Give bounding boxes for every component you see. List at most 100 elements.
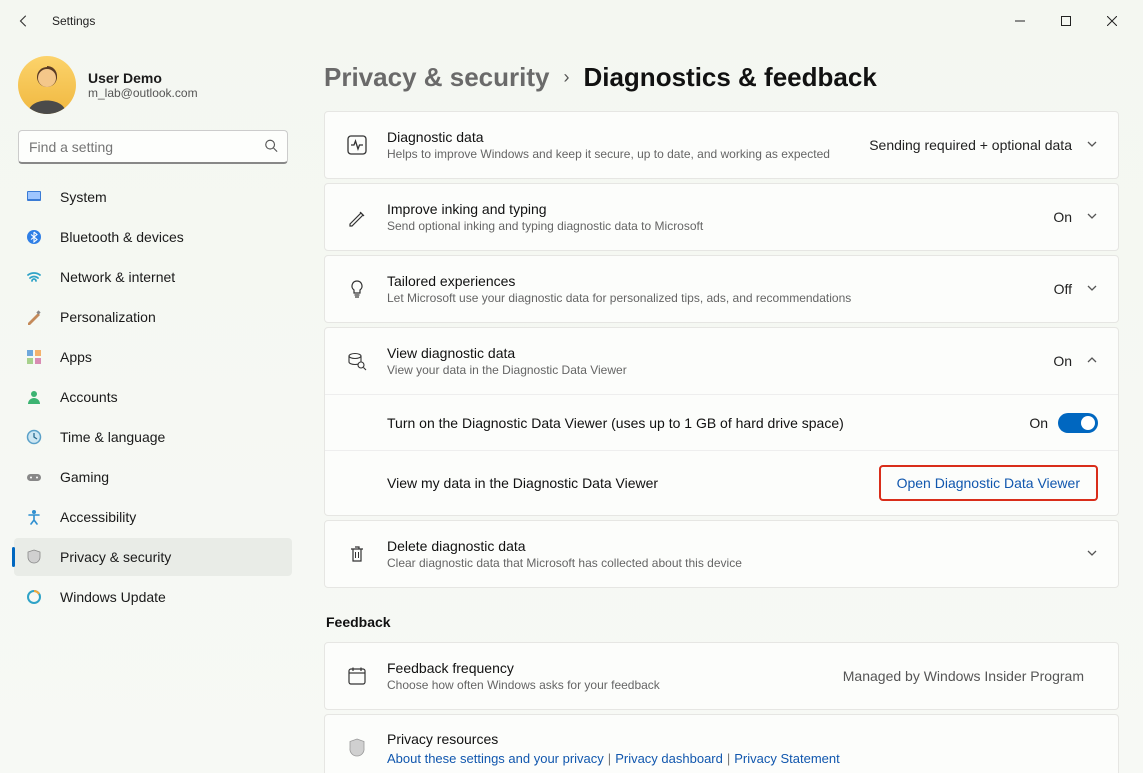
- subrow-text: Turn on the Diagnostic Data Viewer (uses…: [387, 415, 1029, 431]
- card-desc: Clear diagnostic data that Microsoft has…: [387, 556, 1086, 570]
- card-value: On: [1053, 209, 1072, 225]
- search-box: [18, 130, 288, 164]
- chevron-down-icon: [1086, 546, 1098, 562]
- subrow-toggle-viewer: Turn on the Diagnostic Data Viewer (uses…: [325, 394, 1118, 450]
- card-title: Diagnostic data: [387, 129, 869, 145]
- card-diagnostic-data[interactable]: Diagnostic data Helps to improve Windows …: [324, 111, 1119, 179]
- card-inking-typing[interactable]: Improve inking and typing Send optional i…: [324, 183, 1119, 251]
- card-title: Feedback frequency: [387, 660, 843, 676]
- card-value: Managed by Windows Insider Program: [843, 668, 1084, 684]
- sidebar-item-time[interactable]: Time & language: [14, 418, 292, 456]
- link-privacy-dashboard[interactable]: Privacy dashboard: [615, 751, 723, 766]
- card-title: View diagnostic data: [387, 345, 1053, 361]
- nav-label: System: [60, 189, 107, 205]
- calendar-icon: [345, 666, 369, 686]
- sidebar-item-system[interactable]: System: [14, 178, 292, 216]
- lightbulb-icon: [345, 279, 369, 299]
- card-value: On: [1053, 353, 1072, 369]
- bluetooth-icon: [24, 229, 44, 245]
- link-about-settings[interactable]: About these settings and your privacy: [387, 751, 604, 766]
- privacy-links: About these settings and your privacy|Pr…: [387, 751, 1098, 766]
- highlight-annotation: Open Diagnostic Data Viewer: [879, 465, 1098, 501]
- chevron-down-icon: [1086, 137, 1098, 153]
- shield-icon: [345, 738, 369, 758]
- chevron-down-icon: [1086, 209, 1098, 225]
- trash-icon: [345, 544, 369, 564]
- breadcrumb: Privacy & security › Diagnostics & feedb…: [324, 62, 1119, 93]
- card-view-diagnostic: View diagnostic dataView your data in th…: [324, 327, 1119, 516]
- maximize-button[interactable]: [1043, 5, 1089, 37]
- heartbeat-icon: [345, 135, 369, 155]
- sidebar-item-accessibility[interactable]: Accessibility: [14, 498, 292, 536]
- wifi-icon: [24, 269, 44, 285]
- card-desc: Let Microsoft use your diagnostic data f…: [387, 291, 1054, 305]
- subrow-open-viewer: View my data in the Diagnostic Data View…: [325, 450, 1118, 515]
- card-privacy-resources: Privacy resources About these settings a…: [324, 714, 1119, 773]
- main-content: Privacy & security › Diagnostics & feedb…: [300, 42, 1143, 773]
- card-value: Off: [1054, 281, 1072, 297]
- nav-label: Gaming: [60, 469, 109, 485]
- data-search-icon: [345, 351, 369, 371]
- card-title: Delete diagnostic data: [387, 538, 1086, 554]
- card-delete-diagnostic[interactable]: Delete diagnostic data Clear diagnostic d…: [324, 520, 1119, 588]
- nav-label: Apps: [60, 349, 92, 365]
- card-title: Privacy resources: [387, 731, 1098, 747]
- sidebar-item-accounts[interactable]: Accounts: [14, 378, 292, 416]
- card-title: Tailored experiences: [387, 273, 1054, 289]
- card-header-row[interactable]: View diagnostic dataView your data in th…: [325, 328, 1118, 394]
- chevron-right-icon: ›: [563, 67, 569, 88]
- toggle-value: On: [1029, 415, 1048, 431]
- section-header-feedback: Feedback: [326, 614, 1119, 630]
- nav-label: Accessibility: [60, 509, 136, 525]
- open-diagnostic-viewer-button[interactable]: Open Diagnostic Data Viewer: [885, 469, 1092, 497]
- card-tailored[interactable]: Tailored experiences Let Microsoft use yo…: [324, 255, 1119, 323]
- nav-label: Windows Update: [60, 589, 166, 605]
- nav-label: Network & internet: [60, 269, 175, 285]
- sidebar-item-update[interactable]: Windows Update: [14, 578, 292, 616]
- sidebar: User Demo m_lab@outlook.com System Bluet…: [0, 42, 300, 773]
- back-button[interactable]: [8, 5, 40, 37]
- card-value: Sending required + optional data: [869, 137, 1072, 153]
- time-icon: [24, 429, 44, 445]
- nav-label: Bluetooth & devices: [60, 229, 184, 245]
- card-desc: Helps to improve Windows and keep it sec…: [387, 147, 869, 161]
- card-title: Improve inking and typing: [387, 201, 1053, 217]
- update-icon: [24, 589, 44, 605]
- close-button[interactable]: [1089, 5, 1135, 37]
- subrow-text: View my data in the Diagnostic Data View…: [387, 475, 879, 491]
- card-desc: Choose how often Windows asks for your f…: [387, 678, 843, 692]
- breadcrumb-parent[interactable]: Privacy & security: [324, 62, 549, 93]
- accounts-icon: [24, 389, 44, 405]
- gaming-icon: [24, 469, 44, 485]
- profile[interactable]: User Demo m_lab@outlook.com: [14, 54, 292, 128]
- chevron-down-icon: [1086, 281, 1098, 297]
- breadcrumb-current: Diagnostics & feedback: [583, 62, 876, 93]
- system-icon: [24, 189, 44, 205]
- sidebar-item-privacy[interactable]: Privacy & security: [14, 538, 292, 576]
- card-feedback-frequency[interactable]: Feedback frequency Choose how often Windo…: [324, 642, 1119, 710]
- chevron-up-icon: [1086, 353, 1098, 369]
- search-input[interactable]: [18, 130, 288, 164]
- nav-label: Personalization: [60, 309, 156, 325]
- minimize-button[interactable]: [997, 5, 1043, 37]
- apps-icon: [24, 349, 44, 365]
- user-name: User Demo: [88, 70, 198, 86]
- accessibility-icon: [24, 509, 44, 525]
- card-desc: Send optional inking and typing diagnost…: [387, 219, 1053, 233]
- sidebar-item-gaming[interactable]: Gaming: [14, 458, 292, 496]
- personalization-icon: [24, 309, 44, 325]
- nav-list: System Bluetooth & devices Network & int…: [14, 178, 292, 616]
- link-privacy-statement[interactable]: Privacy Statement: [734, 751, 840, 766]
- sidebar-item-bluetooth[interactable]: Bluetooth & devices: [14, 218, 292, 256]
- sidebar-item-personalization[interactable]: Personalization: [14, 298, 292, 336]
- user-email: m_lab@outlook.com: [88, 86, 198, 100]
- nav-label: Accounts: [60, 389, 118, 405]
- toggle-switch[interactable]: [1058, 413, 1098, 433]
- nav-label: Time & language: [60, 429, 165, 445]
- search-icon: [264, 139, 278, 156]
- privacy-icon: [24, 549, 44, 565]
- sidebar-item-network[interactable]: Network & internet: [14, 258, 292, 296]
- sidebar-item-apps[interactable]: Apps: [14, 338, 292, 376]
- pen-icon: [345, 207, 369, 227]
- nav-label: Privacy & security: [60, 549, 171, 565]
